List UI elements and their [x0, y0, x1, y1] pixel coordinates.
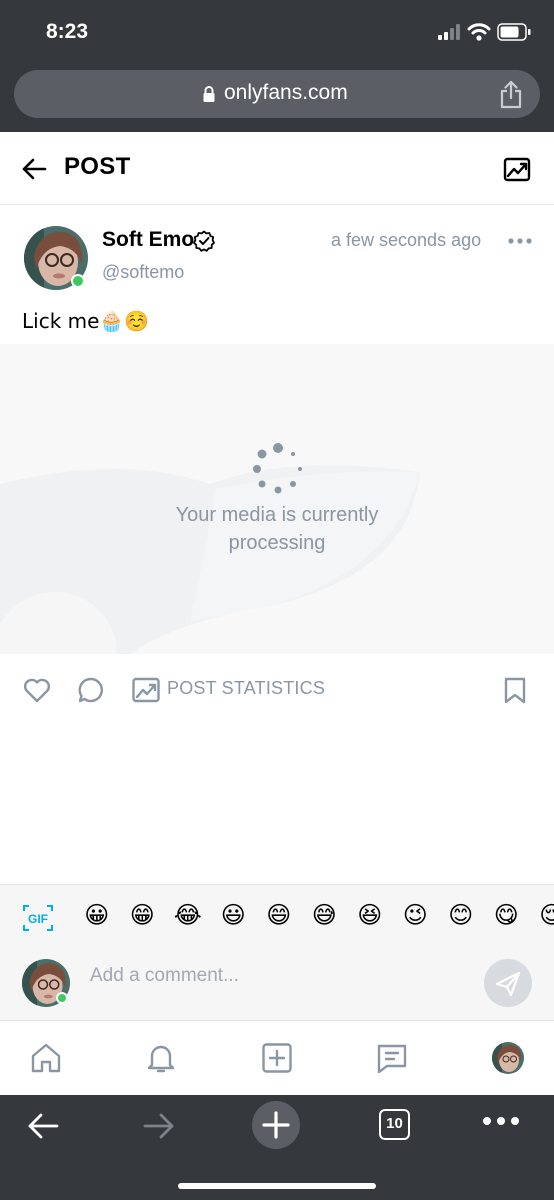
author-name[interactable]: Soft Emo [102, 228, 194, 252]
post-timestamp: a few seconds ago [331, 230, 482, 250]
home-indicator[interactable] [178, 1183, 376, 1189]
verified-badge-icon [193, 230, 215, 252]
send-icon [495, 971, 521, 997]
profile-avatar-nav[interactable] [492, 1042, 524, 1074]
send-comment-button[interactable] [484, 959, 532, 1007]
post-statistics-button[interactable]: POST STATISTICS [167, 678, 325, 699]
emoji-button[interactable]: 😀 [74, 901, 120, 929]
battery-icon [497, 23, 531, 41]
home-icon[interactable] [29, 1041, 63, 1075]
emoji-button[interactable]: 😆 [347, 901, 393, 929]
lock-icon [203, 86, 215, 102]
media-background-watermark [0, 465, 420, 654]
browser-forward-icon[interactable] [142, 1109, 176, 1143]
emoji-button[interactable]: 😋 [484, 901, 530, 929]
post-media[interactable]: Your media is currently processing [0, 344, 554, 654]
loading-spinner-icon [253, 443, 302, 494]
browser-more-icon[interactable] [482, 1115, 520, 1127]
post-statistics-icon[interactable] [131, 675, 161, 705]
more-options-icon[interactable] [508, 235, 532, 247]
emoji-button[interactable]: 😊 [438, 901, 484, 929]
author-handle[interactable]: @softemo [102, 262, 184, 283]
back-arrow-icon[interactable] [20, 155, 48, 183]
bell-icon[interactable] [144, 1041, 178, 1075]
emoji-button[interactable]: 😉 [393, 901, 439, 929]
browser-back-icon[interactable] [26, 1109, 60, 1143]
emoji-button[interactable]: 😌 [529, 901, 554, 929]
bottom-navigation [0, 1020, 554, 1095]
cellular-signal-icon [438, 24, 460, 40]
new-tab-icon[interactable] [252, 1101, 300, 1149]
gif-button-icon[interactable]: GIF [22, 903, 54, 933]
wifi-icon [467, 23, 491, 41]
gif-label: GIF [28, 912, 48, 926]
emoji-button[interactable]: 😁 [120, 901, 166, 929]
avatar-image [492, 1042, 524, 1074]
address-bar[interactable]: onlyfans.com [14, 70, 540, 118]
heart-icon[interactable] [22, 675, 52, 705]
comment-composer: GIF 😀 😁 😂 😃 😄 😅 😆 😉 😊 😋 😌 [0, 884, 554, 1020]
emoji-button[interactable]: 😄 [256, 901, 302, 929]
tabs-button[interactable]: 10 [379, 1109, 410, 1140]
emoji-button[interactable]: 😂 [165, 901, 211, 929]
media-processing-message: Your media is currently processing [175, 504, 379, 554]
browser-toolbar: 10 [0, 1095, 554, 1200]
share-icon[interactable] [498, 79, 524, 109]
browser-top-chrome: 8:23 onlyfans.com [0, 0, 554, 132]
page-header: POST [0, 132, 554, 205]
message-icon[interactable] [375, 1041, 409, 1075]
comment-input[interactable] [90, 961, 470, 991]
emoji-picker-row: 😀 😁 😂 😃 😄 😅 😆 😉 😊 😋 😌 [74, 901, 554, 935]
post-text: Lick me🧁☺️ [22, 309, 150, 333]
page-title: POST [64, 153, 131, 180]
online-status-dot [56, 992, 68, 1004]
status-time: 8:23 [46, 20, 89, 43]
bookmark-icon[interactable] [500, 675, 530, 705]
emoji-button[interactable]: 😅 [302, 901, 348, 929]
emoji-button[interactable]: 😃 [211, 901, 257, 929]
comment-bubble-icon[interactable] [76, 675, 106, 705]
online-status-dot [71, 274, 85, 288]
image-stats-icon[interactable] [503, 155, 531, 183]
plus-square-icon[interactable] [260, 1041, 294, 1075]
url-text[interactable]: onlyfans.com [224, 81, 348, 105]
